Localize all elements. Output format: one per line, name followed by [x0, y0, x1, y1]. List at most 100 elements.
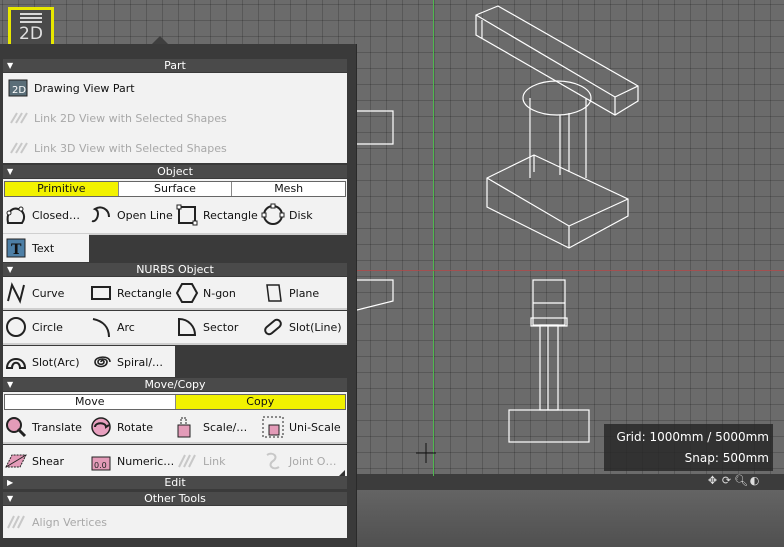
tool-uni-scale[interactable]: Uni-Scale: [261, 412, 341, 442]
tool-arc[interactable]: Arc: [89, 312, 135, 342]
curve-icon: [4, 281, 28, 305]
tool-link[interactable]: Link: [175, 446, 226, 476]
tool-plane[interactable]: Plane: [261, 278, 319, 308]
closed-curve-icon: [4, 203, 28, 227]
divider: [3, 442, 347, 444]
circle-icon: [4, 315, 28, 339]
tool-n-gon[interactable]: N-gon: [175, 278, 236, 308]
hexagon-icon: [175, 281, 199, 305]
tool-label: Link: [203, 454, 226, 468]
section-body-nurbs-row1: Curve Rectangle N-gon Plane: [3, 277, 347, 308]
tool-rotate[interactable]: Rotate: [89, 412, 153, 442]
section-header-object[interactable]: ▼ Object: [3, 165, 347, 178]
section-body-object: Primitive Surface Mesh Closed… Open Line…: [3, 179, 347, 235]
tool-drawing-view-part[interactable]: 2D Drawing View Part: [6, 73, 135, 103]
rotate-icon: [89, 415, 113, 439]
section-header-part[interactable]: ▼ Part: [3, 59, 347, 72]
tool-text[interactable]: T Text: [4, 233, 54, 263]
tool-link-2d-view[interactable]: Link 2D View with Selected Shapes: [6, 103, 227, 133]
section-body-nurbs-row2: Circle Arc Sector Slot(Line): [3, 311, 347, 343]
section-body-move-copy-2: Shear 0.0 Numeric… Link Joint O…: [3, 445, 347, 477]
text-icon: T: [4, 236, 28, 260]
expand-triangle-icon: ▶: [7, 478, 14, 487]
tool-label: Disk: [289, 208, 313, 222]
collapse-triangle-icon: ▼: [7, 167, 14, 176]
section-header-edit[interactable]: ▶ Edit: [3, 476, 347, 489]
tab-move[interactable]: Move: [5, 395, 176, 409]
section-body-move-copy: Move Copy Translate Rotate Scale/… Uni-S…: [3, 392, 347, 442]
collapse-triangle-icon: ▼: [7, 380, 14, 389]
zoom-icon[interactable]: 🔍︎: [734, 474, 748, 487]
snap-readout: Snap: 500mm: [684, 451, 769, 465]
tool-label: Arc: [117, 320, 135, 334]
tool-label: Align Vertices: [32, 515, 107, 529]
tool-sector[interactable]: Sector: [175, 312, 238, 342]
section-header-nurbs[interactable]: ▼ NURBS Object: [3, 263, 347, 276]
tool-label: Spiral/…: [117, 355, 164, 369]
rotate-view-icon[interactable]: ⟳: [720, 474, 733, 487]
tool-label: Rectangle: [117, 286, 172, 300]
slot-line-icon: [261, 315, 285, 339]
collapse-triangle-icon: ▼: [7, 265, 14, 274]
pan-icon[interactable]: ✥: [706, 474, 719, 487]
tool-label: Closed…: [32, 208, 80, 222]
tool-spiral[interactable]: Spiral/…: [89, 347, 163, 377]
tool-label: Rotate: [117, 420, 154, 434]
align-vertices-icon: [4, 510, 28, 534]
tool-label: Slot(Line): [289, 320, 342, 334]
plane-icon: [261, 281, 285, 305]
tool-label: Link 2D View with Selected Shapes: [34, 111, 227, 125]
tool-shear[interactable]: Shear: [4, 446, 64, 476]
arc-icon: [89, 315, 113, 339]
tool-label: Joint O…: [289, 454, 337, 468]
numeric-icon: 0.0: [89, 449, 113, 473]
tool-label: Translate: [32, 420, 82, 434]
collapse-triangle-icon: ▼: [7, 61, 14, 70]
tool-nurbs-rectangle[interactable]: Rectangle: [89, 278, 172, 308]
tool-translate[interactable]: Translate: [4, 412, 82, 442]
tool-link-3d-view[interactable]: Link 3D View with Selected Shapes: [6, 133, 227, 163]
perspective-view[interactable]: [355, 490, 784, 547]
crosshair-cursor: [416, 443, 436, 463]
tool-panel: ▼ Part 2D Drawing View Part Link 2D View…: [0, 44, 357, 547]
tab-copy[interactable]: Copy: [175, 395, 345, 409]
tool-slot-line[interactable]: Slot(Line): [261, 312, 342, 342]
tool-label: Link 3D View with Selected Shapes: [34, 141, 227, 155]
tab-primitive[interactable]: Primitive: [5, 182, 119, 196]
tool-label: Numeric…: [117, 454, 175, 468]
svg-text:2D: 2D: [12, 85, 26, 96]
tool-label: N-gon: [203, 286, 236, 300]
divider: [3, 308, 347, 310]
rectangle-icon: [89, 281, 113, 305]
object-tabs: Primitive Surface Mesh: [4, 181, 346, 197]
tool-label: Circle: [32, 320, 63, 334]
tool-curve[interactable]: Curve: [4, 278, 64, 308]
link-icon: [175, 449, 199, 473]
tool-closed[interactable]: Closed…: [4, 200, 80, 230]
tool-open-line[interactable]: Open Line: [89, 200, 173, 230]
section-body-object-2: T Text: [3, 234, 89, 262]
tab-surface[interactable]: Surface: [119, 182, 233, 196]
tool-scale[interactable]: Scale/…: [175, 412, 247, 442]
section-title-part: Part: [164, 59, 186, 72]
tool-circle[interactable]: Circle: [4, 312, 63, 342]
link-2d-icon: [6, 106, 30, 130]
section-header-move-copy[interactable]: ▼ Move/Copy: [3, 378, 347, 391]
disk-icon: [261, 203, 285, 227]
tool-joint[interactable]: Joint O…: [261, 446, 336, 476]
tab-mesh[interactable]: Mesh: [232, 182, 345, 196]
tool-slot-arc[interactable]: Slot(Arc): [4, 347, 80, 377]
fit-view-icon[interactable]: ◐: [748, 474, 761, 487]
tool-label: Uni-Scale: [289, 420, 341, 434]
tool-disk[interactable]: Disk: [261, 200, 313, 230]
scale-icon: [175, 415, 199, 439]
section-title-nurbs: NURBS Object: [136, 263, 214, 276]
section-body-other-tools: Align Vertices: [3, 506, 347, 538]
tool-numeric[interactable]: 0.0 Numeric…: [89, 446, 174, 476]
tool-label: Sector: [203, 320, 239, 334]
section-header-other-tools[interactable]: ▼ Other Tools: [3, 492, 347, 505]
section-body-part: 2D Drawing View Part Link 2D View with S…: [3, 73, 347, 163]
tool-rectangle[interactable]: Rectangle: [175, 200, 258, 230]
tool-align-vertices[interactable]: Align Vertices: [4, 507, 107, 537]
toggle-2d-button[interactable]: 2D: [8, 7, 54, 47]
